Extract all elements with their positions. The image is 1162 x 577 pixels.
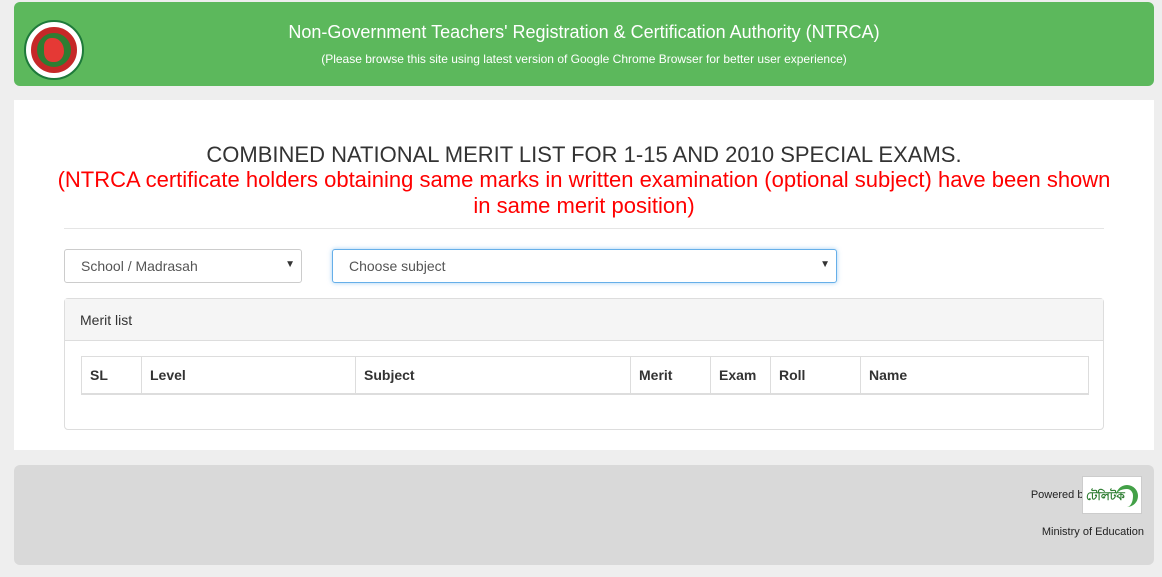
table-header-row: SL Level Subject Merit Exam Roll Name — [81, 356, 1089, 395]
col-subject[interactable]: Subject — [355, 356, 631, 395]
page-note: (NTRCA certificate holders obtaining sam… — [57, 167, 1111, 218]
institution-type-value: School / Madrasah — [81, 258, 198, 274]
subject-value: Choose subject — [349, 258, 446, 274]
browser-notice: (Please browse this site using latest ve… — [321, 52, 847, 66]
panel-heading: Merit list — [65, 299, 1103, 341]
subject-select[interactable]: Choose subject ▼ — [332, 249, 837, 283]
merit-table: SL Level Subject Merit Exam Roll Name — [81, 356, 1089, 395]
col-sl[interactable]: SL — [81, 356, 142, 395]
chevron-down-icon: ▼ — [820, 259, 830, 270]
site-title: Non-Government Teachers' Registration & … — [288, 22, 880, 42]
col-name[interactable]: Name — [860, 356, 1089, 395]
chevron-down-icon: ▼ — [285, 259, 295, 270]
col-exam[interactable]: Exam — [710, 356, 771, 395]
teletalk-logo[interactable]: টেলিটক — [1082, 476, 1142, 514]
ministry-label: Ministry of Education — [1041, 526, 1144, 538]
divider — [64, 228, 1104, 229]
teletalk-swoosh-icon — [1116, 485, 1138, 507]
site-header: Non-Government Teachers' Registration & … — [14, 2, 1154, 86]
site-footer: Powered by: টেলিটক Ministry of Education — [14, 465, 1154, 565]
main-content: COMBINED NATIONAL MERIT LIST FOR 1-15 AN… — [14, 100, 1154, 450]
merit-list-panel: Merit list SL Level Subject Merit Exam R… — [64, 298, 1104, 430]
col-merit[interactable]: Merit — [630, 356, 711, 395]
col-roll[interactable]: Roll — [770, 356, 861, 395]
col-level[interactable]: Level — [141, 356, 356, 395]
page-title: COMBINED NATIONAL MERIT LIST FOR 1-15 AN… — [206, 142, 962, 167]
institution-type-select[interactable]: School / Madrasah ▼ — [64, 249, 302, 283]
